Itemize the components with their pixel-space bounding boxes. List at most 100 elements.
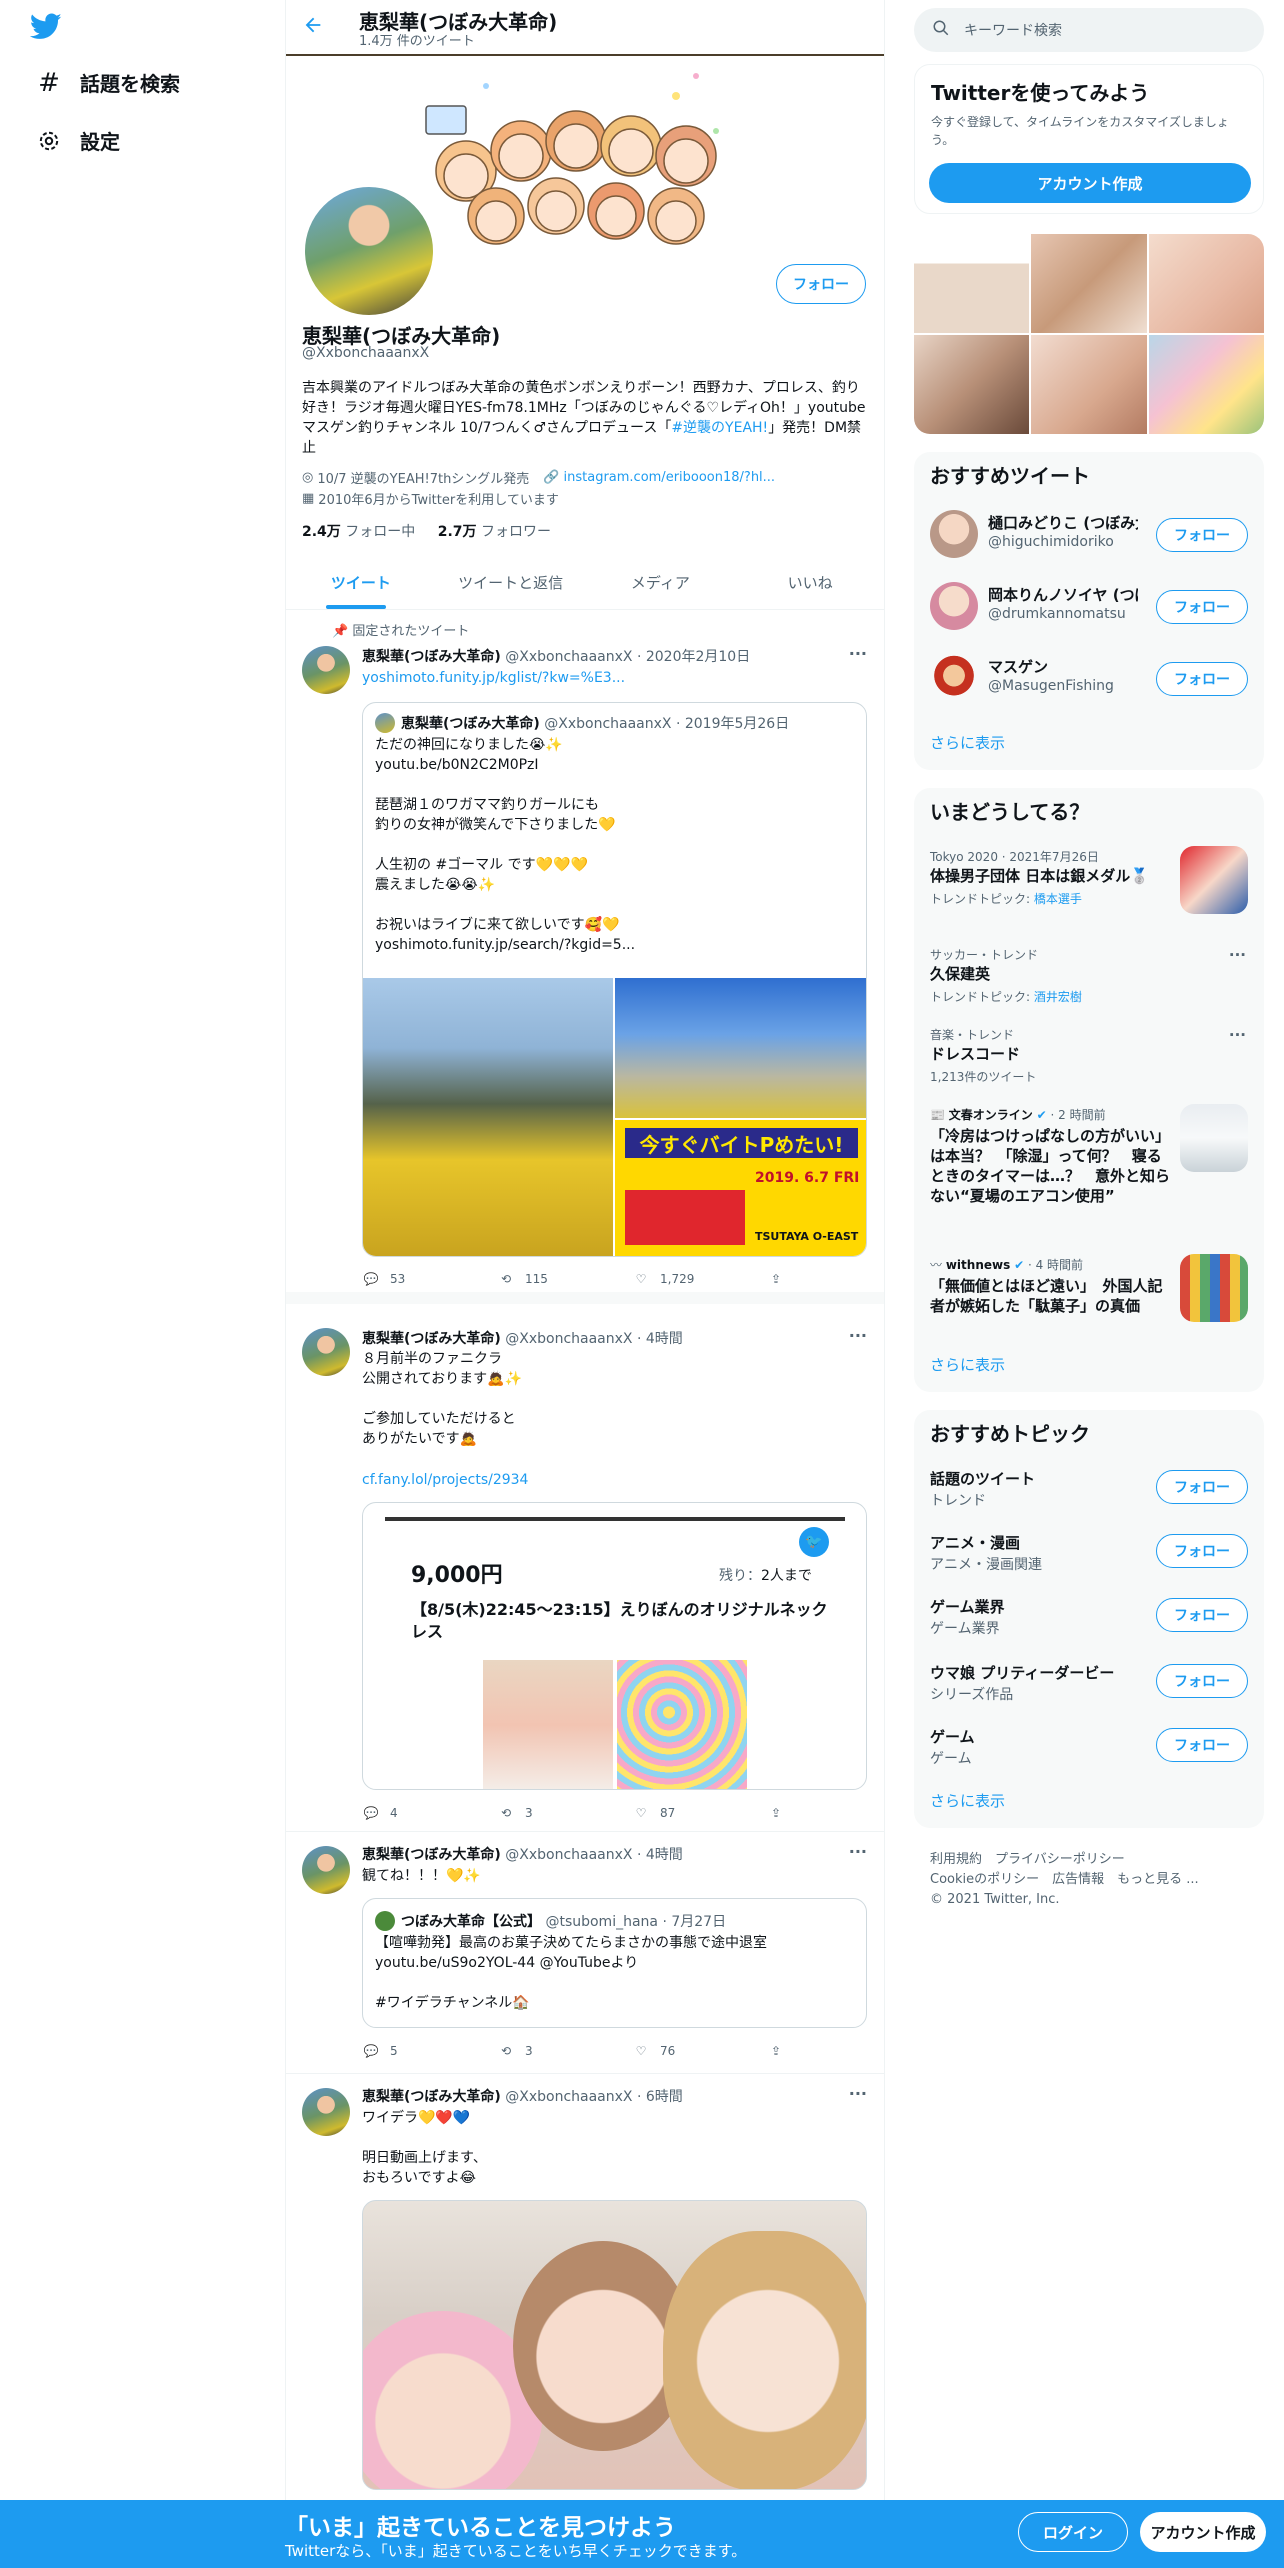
who-to-follow-title: おすすめツイート [930,464,1090,488]
followers-count[interactable]: 2.7万 フォロワー [438,524,551,540]
login-button[interactable]: ログイン [1018,2512,1128,2552]
profile-follow-button[interactable]: フォロー [776,264,866,304]
reply-button[interactable]: 💬 53 [362,1270,497,1288]
profile-location: 10/7 逆襲のYEAH!7thシングル発売 [317,472,530,487]
more-icon[interactable]: ··· [849,1326,867,1345]
following-count[interactable]: 2.4万 フォロー中 [302,524,415,540]
tab-media[interactable]: メディア [586,556,736,609]
like-button[interactable]: ♡ 76 [632,2042,767,2060]
tweet-avatar[interactable] [302,646,350,694]
news-item[interactable]: 〰 withnews ✔ · 4 時間前 「無価値とはほど遠い」 外国人記者が嫉… [914,1248,1264,1338]
tweet-photo[interactable] [362,2200,867,2490]
tweet-pinned[interactable]: 📌 固定されたツイート 恵梨華(つぼみ大革命) @XxbonchaaanxX ·… [286,610,884,1304]
card-photo-portrait [483,1660,613,1789]
event-poster[interactable]: 今すぐバイトPめたい! 2019. 6.7 FRI TSUTAYA O-EAST [615,1120,866,1256]
fishing-photo-1[interactable] [363,978,613,1256]
link-card[interactable]: 🐦 9,000円 残り：2人まで 【8/5(木)22:45〜23:15】えりぼん… [362,1502,867,1790]
quoted-tweet[interactable]: 恵梨華(つぼみ大革命) @XxbonchaaanxX · 2019年5月26日 … [362,702,867,1257]
gear-icon [36,128,62,154]
follow-button[interactable]: フォロー [1156,518,1248,552]
fishing-photo-2[interactable] [615,978,866,1118]
more-icon[interactable]: ··· [1229,1026,1246,1044]
poster-venue: TSUTAYA O-EAST [755,1230,859,1243]
follow-button[interactable]: フォロー [1156,1598,1248,1632]
signup-bottom-bar: 「いま」起きていることを見つけよう Twitterなら、「いま」起きていることを… [0,2500,1284,2568]
reply-button[interactable]: 💬 5 [362,2042,497,2060]
topic-sub: シリーズ作品 [930,1687,1014,1703]
retweet-button[interactable]: ⟲ 115 [497,1270,632,1288]
follow-button[interactable]: フォロー [1156,1470,1248,1504]
search-box[interactable]: キーワード検索 [914,8,1264,52]
trend-thumbnail [1180,846,1248,914]
like-button[interactable]: ♡ 1,729 [632,1270,767,1288]
trend-item[interactable]: サッカー・トレンド 久保建英 トレンドトピック: 酒井宏樹 ··· [914,938,1264,1018]
nav-settings[interactable]: 設定 [36,126,120,155]
quoted-tweet[interactable]: つぼみ大革命【公式】 @tsubomi_hana · 7月27日 【喧嘩勃発】最… [362,1898,867,2028]
card-title: 【8/5(木)22:45〜23:15】えりぼんのオリジナルネックレス [411,1600,828,1641]
share-button[interactable]: ⇪ [767,1804,884,1822]
footer-line-1[interactable]: 利用規約 プライバシーポリシー [930,1850,1199,1870]
tweet-actions: 💬 53 ⟲ 115 ♡ 1,729 ⇪ [362,1270,884,1288]
profile-tabs: ツイート ツイートと返信 メディア いいね [286,556,884,610]
footer-line-2[interactable]: Cookieのポリシー 広告情報 もっと見る ... [930,1870,1199,1890]
media-thumb[interactable] [914,335,1029,434]
news-item[interactable]: 📰 文春オンライン ✔ · 2 時間前 「冷房はつけっぱなしの方がいい」は本当？… [914,1098,1264,1248]
more-icon[interactable]: ··· [1229,946,1246,964]
twitter-logo-icon[interactable] [29,10,64,44]
share-button[interactable]: ⇪ [767,1270,884,1288]
profile-avatar[interactable] [301,183,437,319]
tweet[interactable]: 恵梨華(つぼみ大革命) @XxbonchaaanxX · 6時間 ··· ワイデ… [286,2074,884,2500]
more-icon[interactable]: ··· [849,2084,867,2103]
tab-tweets[interactable]: ツイート [286,556,436,609]
suggested-user[interactable]: 岡本りんノソイヤ (つぼみ @drumkannomatsu フォロー [914,570,1264,642]
topic-item[interactable]: 話題のツイート トレンド フォロー [914,1456,1264,1520]
trend-item[interactable]: Tokyo 2020 · 2021年7月26日 体操男子団体 日本は銀メダル🥈 … [914,840,1264,940]
topic-item[interactable]: ウマ娘 プリティーダービー シリーズ作品 フォロー [914,1650,1264,1714]
like-button[interactable]: ♡ 87 [632,1804,767,1822]
follow-button[interactable]: フォロー [1156,590,1248,624]
topic-sub: ゲーム業界 [930,1621,1000,1637]
tweet[interactable]: 恵梨華(つぼみ大革命) @XxbonchaaanxX · 4時間 ··· 観てね… [286,1832,884,2074]
more-icon[interactable]: ··· [849,1842,867,1861]
suggested-user[interactable]: マスゲン @MasugenFishing フォロー [914,642,1264,714]
back-arrow-icon[interactable] [302,14,324,42]
nav-explore[interactable]: # 話題を検索 [36,68,180,98]
tweet-avatar[interactable] [302,2088,350,2136]
retweet-button[interactable]: ⟲ 3 [497,2042,632,2060]
header-tweet-count: 1.4万 件のツイート [359,34,475,49]
tweet-avatar[interactable] [302,1328,350,1376]
bottom-signup-button[interactable]: アカウント作成 [1140,2512,1266,2552]
topic-item[interactable]: ゲーム業界 ゲーム業界 フォロー [914,1584,1264,1648]
show-more-link[interactable]: さらに表示 [930,732,1005,753]
follow-button[interactable]: フォロー [1156,662,1248,696]
topic-item[interactable]: ゲーム ゲーム フォロー [914,1714,1264,1778]
tweet-avatar[interactable] [302,1846,350,1894]
tab-tweets-replies[interactable]: ツイートと返信 [436,556,586,609]
topic-item[interactable]: アニメ・漫画 アニメ・漫画関連 フォロー [914,1520,1264,1584]
bio-hashtag-link[interactable]: #逆襲のYEAH! [671,420,768,436]
follow-button[interactable]: フォロー [1156,1664,1248,1698]
follow-button[interactable]: フォロー [1156,1534,1248,1568]
tweet-link[interactable]: yoshimoto.funity.jp/kglist/?kw=%E3... [362,668,867,688]
tab-likes[interactable]: いいね [735,556,884,609]
suggested-user[interactable]: 樋口みどりこ (つぼみ大 @higuchimidoriko フォロー [914,498,1264,570]
share-button[interactable]: ⇪ [767,2042,884,2060]
media-thumb[interactable] [1031,234,1147,333]
follow-button[interactable]: フォロー [1156,1728,1248,1762]
retweet-button[interactable]: ⟲ 3 [497,1804,632,1822]
tweet[interactable]: 恵梨華(つぼみ大革命) @XxbonchaaanxX · 4時間 ··· ８月前… [286,1304,884,1832]
show-more-link[interactable]: さらに表示 [930,1790,1005,1811]
reply-button[interactable]: 💬 4 [362,1804,497,1822]
signup-button[interactable]: アカウント作成 [929,163,1251,203]
media-thumb[interactable] [1031,335,1147,434]
profile-url[interactable]: instagram.com/eribooon18/?hl... [564,470,776,485]
show-more-link[interactable]: さらに表示 [930,1354,1005,1375]
media-thumb[interactable] [1149,234,1264,333]
tweet-link[interactable]: cf.fany.lol/projects/2934 [362,1470,867,1490]
quoted-avatar [375,1911,395,1931]
search-icon [932,19,950,41]
media-thumb[interactable] [1149,335,1264,434]
trend-item[interactable]: 音楽・トレンド ドレスコード 1,213件のツイート ··· [914,1018,1264,1098]
media-thumb[interactable] [914,234,1029,333]
more-icon[interactable]: ··· [849,644,867,663]
